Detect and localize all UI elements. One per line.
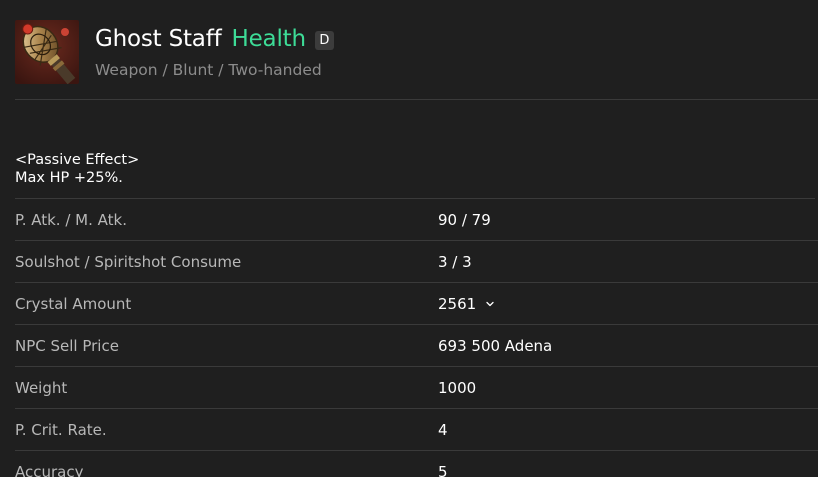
stat-label: NPC Sell Price xyxy=(15,337,119,355)
item-header: Ghost Staff Health D Weapon / Blunt / Tw… xyxy=(15,18,818,100)
stat-row-patk-matk: P. Atk. / M. Atk. 90 / 79 xyxy=(15,199,818,241)
item-name: Ghost Staff xyxy=(95,26,222,52)
passive-effect-title: <Passive Effect> xyxy=(15,152,140,168)
stat-value: 5 xyxy=(438,463,448,477)
stat-value: 693 500 Adena xyxy=(438,337,553,355)
stat-row-accuracy: Accuracy 5 xyxy=(15,451,818,477)
passive-effect: <Passive Effect> Max HP +25%. xyxy=(15,151,815,199)
stat-value: 2561 xyxy=(438,295,477,313)
stat-label: Weight xyxy=(15,379,68,397)
item-suffix: Health xyxy=(231,26,307,52)
stat-value: 4 xyxy=(438,421,448,439)
ghost-staff-icon xyxy=(15,20,79,84)
stat-label: P. Atk. / M. Atk. xyxy=(15,211,127,229)
stat-label: Accuracy xyxy=(15,463,84,477)
item-category: Weapon / Blunt / Two-handed xyxy=(95,61,322,79)
chevron-down-icon[interactable] xyxy=(485,299,495,309)
stat-label: Crystal Amount xyxy=(15,295,132,313)
passive-effect-text: Max HP +25%. xyxy=(15,170,123,186)
item-title-row: Ghost Staff Health D xyxy=(95,24,334,54)
stat-value: 3 / 3 xyxy=(438,253,472,271)
stat-value: 90 / 79 xyxy=(438,211,491,229)
stat-row-crystal-amount[interactable]: Crystal Amount 2561 xyxy=(15,283,818,325)
item-detail-page: Ghost Staff Health D Weapon / Blunt / Tw… xyxy=(0,0,818,477)
stat-label: P. Crit. Rate. xyxy=(15,421,107,439)
stat-row-pcrit-rate: P. Crit. Rate. 4 xyxy=(15,409,818,451)
grade-badge: D xyxy=(314,30,334,50)
stat-row-weight: Weight 1000 xyxy=(15,367,818,409)
stat-row-shot-consume: Soulshot / Spiritshot Consume 3 / 3 xyxy=(15,241,818,283)
stat-value: 1000 xyxy=(438,379,477,397)
stat-row-npc-sell-price: NPC Sell Price 693 500 Adena xyxy=(15,325,818,367)
stat-label: Soulshot / Spiritshot Consume xyxy=(15,253,242,271)
stats-table: P. Atk. / M. Atk. 90 / 79 Soulshot / Spi… xyxy=(15,199,818,477)
crystal-amount-dropdown[interactable]: 2561 xyxy=(438,295,495,313)
